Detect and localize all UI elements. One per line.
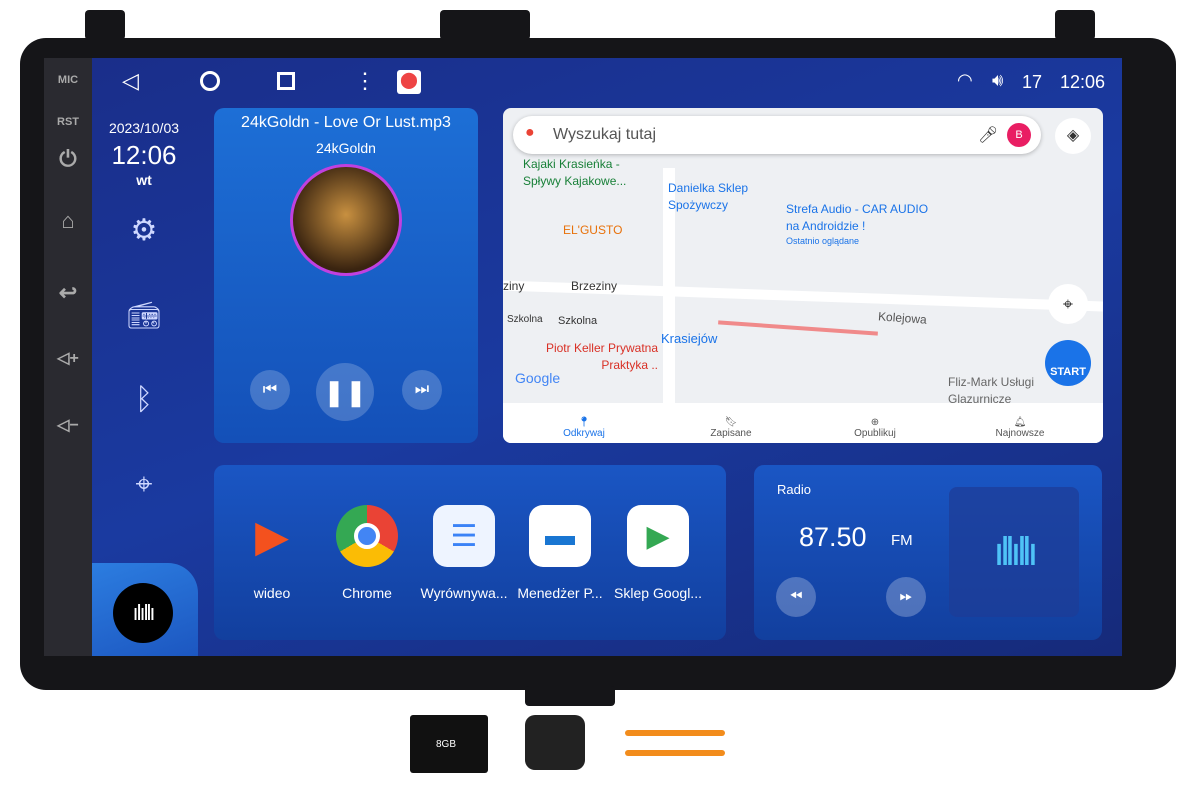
map-bottom-tabs: 📍︎ Odkrywaj 🔖︎ Zapisane ⊕ Opublikuj 🔔︎ Najno… — [503, 403, 1103, 443]
poi-label[interactable]: Danielka Sklep Spożywczy — [668, 180, 768, 214]
street-label: Kolejowa — [877, 309, 928, 327]
poi-label[interactable]: Krasiejów — [661, 330, 717, 347]
my-location-button[interactable]: ⌖ — [1048, 284, 1088, 324]
tab-opublikuj[interactable]: ⊕ Opublikuj — [800, 417, 950, 439]
volume-icon: 🔊︎ — [992, 70, 1004, 90]
screen: ◁ ⋮ ⬤ ◠ 🔊︎ 17 12:06 2023/10/03 12:06 wt … — [92, 58, 1122, 656]
mic-label: MIC — [57, 74, 79, 86]
poi-label[interactable]: Piotr Keller Prywatna Praktyka .. — [518, 340, 658, 374]
previous-button[interactable]: ⏮ — [250, 370, 290, 410]
map-search-bar[interactable]: ● Wyszukaj tutaj 🎤︎ B — [513, 116, 1041, 154]
tab-odkrywaj[interactable]: 📍︎ Odkrywaj — [509, 417, 659, 439]
tab-zapisane[interactable]: 🔖︎ Zapisane — [656, 417, 806, 439]
poi-label[interactable]: Strefa Audio - CAR AUDIO na Androidzie ! — [786, 201, 936, 235]
mount-tab — [440, 10, 530, 40]
app-equalizer[interactable]: ☰ Wyrównywa... — [416, 505, 512, 601]
bell-icon: 🔔︎ — [1013, 417, 1027, 428]
video-icon: ▶ — [255, 511, 289, 561]
status-time: 12:06 — [1060, 72, 1106, 92]
play-store-icon: ▶ — [627, 505, 689, 567]
maps-shortcut-icon[interactable]: ⬤ — [397, 70, 421, 94]
more-icon[interactable]: ⋮ — [354, 68, 376, 94]
back-icon[interactable]: ↩ — [44, 280, 92, 306]
equalizer-icon: ☰ — [433, 505, 495, 567]
tab-najnowsze[interactable]: 🔔︎ Najnowsze — [945, 417, 1095, 439]
maps-pin-icon: ● — [525, 124, 535, 141]
street-label: Brzeziny — [571, 279, 618, 293]
radio-title: Radio — [777, 482, 811, 497]
chrome-icon — [336, 505, 398, 567]
volume-level: 17 — [1022, 72, 1043, 92]
bookmark-icon: 🔖︎ — [724, 417, 738, 428]
street-label: Szkolna — [507, 314, 543, 325]
seek-forward-button[interactable]: ⏩︎ — [886, 577, 926, 617]
mount-tab — [85, 10, 125, 40]
bluetooth-icon[interactable]: ᛒ — [112, 383, 176, 417]
mount-tab — [525, 686, 615, 706]
nav-home-icon[interactable] — [200, 71, 220, 91]
date: 2023/10/03 — [108, 120, 180, 136]
app-play-store[interactable]: ▶ Sklep Googl... — [610, 505, 706, 601]
sd-card-accessory: 8GB — [410, 715, 488, 773]
music-widget[interactable]: 24kGoldn - Love Or Lust.mp3 24kGoldn ⏮ ❚… — [214, 108, 478, 443]
pry-tool-accessory — [625, 730, 725, 736]
search-input[interactable]: Wyszukaj tutaj — [553, 126, 656, 144]
add-icon: ⊕ — [870, 417, 880, 428]
radio-widget[interactable]: Radio 87.50 FM ⏪︎ ⏩︎ ıllıllı — [754, 465, 1102, 640]
seek-back-button[interactable]: ⏪︎ — [776, 577, 816, 617]
audio-wave-icon: ıllıllı — [949, 487, 1079, 617]
map-widget[interactable]: ● Wyszukaj tutaj 🎤︎ B ◈ Kajaki Krasieńka… — [503, 108, 1103, 443]
album-art — [290, 164, 402, 276]
google-logo: Google — [515, 370, 561, 386]
volume-up-icon[interactable]: ◁+ — [44, 348, 92, 368]
explore-icon: 📍︎ — [577, 417, 591, 428]
mic-icon[interactable]: 🎤︎ — [978, 125, 998, 145]
weekday: wt — [136, 172, 152, 188]
volume-down-icon[interactable]: ◁− — [44, 415, 92, 435]
app-chrome[interactable]: Chrome — [319, 505, 415, 601]
street-label: Szkolna — [558, 315, 598, 327]
pause-button[interactable]: ❚❚ — [316, 363, 374, 421]
app-wideo[interactable]: ▶ wideo — [224, 505, 320, 602]
nav-recents-icon[interactable] — [277, 72, 295, 90]
radio-frequency: 87.50 — [799, 522, 867, 552]
next-button[interactable]: ⏭ — [402, 370, 442, 410]
start-navigation-button[interactable]: START — [1045, 340, 1091, 386]
poi-label[interactable]: EL'GUSTO — [563, 222, 622, 239]
radio-band: FM — [891, 532, 913, 549]
street-label: ziny — [503, 279, 525, 293]
home-icon[interactable]: ⌂ — [44, 208, 92, 234]
nav-back-icon[interactable]: ◁ — [122, 68, 139, 94]
voice-assistant-button[interactable]: ılıllı — [113, 583, 173, 643]
camera-accessory — [525, 715, 585, 770]
layers-button[interactable]: ◈ — [1055, 118, 1091, 154]
pry-tool-accessory — [625, 750, 725, 756]
account-avatar[interactable]: B — [1007, 123, 1031, 147]
mount-tab — [1055, 10, 1095, 40]
song-title: 24kGoldn - Love Or Lust.mp3 — [241, 114, 451, 131]
location-icon[interactable]: ⌖ — [112, 468, 176, 502]
radio-icon[interactable]: 📻︎ — [112, 300, 176, 331]
railway — [718, 320, 878, 336]
wifi-icon: ◠ — [957, 70, 973, 90]
rst-button[interactable]: RST — [44, 116, 92, 128]
apps-widget: ▶ wideo Chrome ☰ Wyrównywa... ▬ Menedżer P.… — [214, 465, 726, 640]
settings-icon[interactable]: ⚙ — [112, 213, 176, 248]
artist-name: 24kGoldn — [316, 140, 376, 156]
power-icon[interactable]: ⏻ — [44, 146, 92, 172]
folder-icon: ▬ — [529, 505, 591, 567]
poi-label[interactable]: Kajaki Krasieńka - Spływy Kajakowe... — [523, 156, 643, 190]
app-file-manager[interactable]: ▬ Menedżer P... — [512, 505, 608, 601]
poi-sublabel: Ostatnio oglądane — [786, 236, 860, 246]
clock-time: 12:06 — [111, 140, 177, 170]
